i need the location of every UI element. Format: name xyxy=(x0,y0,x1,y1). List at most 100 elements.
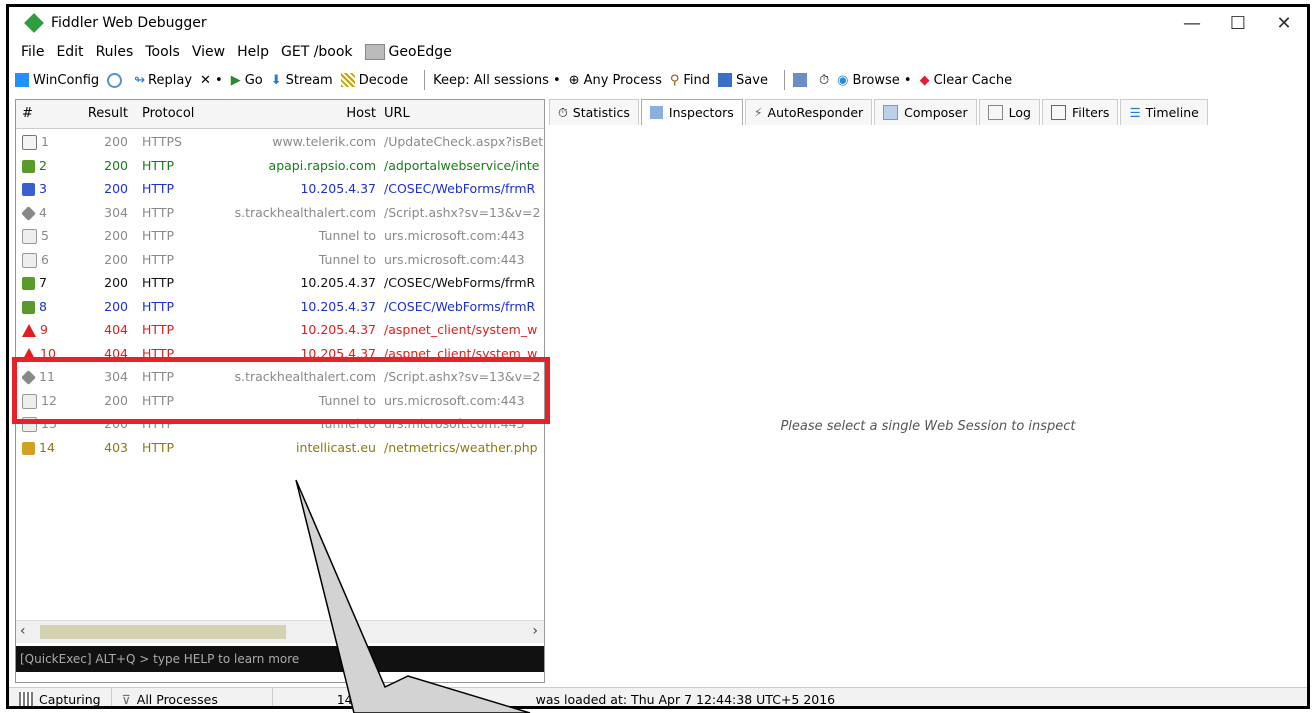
menu-edit[interactable]: Edit xyxy=(50,44,89,60)
lock-icon xyxy=(22,229,37,244)
capturing-toggle[interactable]: Capturing xyxy=(9,688,112,706)
decode-label: Decode xyxy=(358,72,409,88)
session-row[interactable]: 3 200 HTTP 10.205.4.37/COSEC/WebForms/frmR xyxy=(16,177,544,201)
composer-icon xyxy=(883,105,899,120)
session-number: 6 xyxy=(22,248,80,272)
session-row[interactable]: 14 403 HTTP intellicast.eu/netmetrics/weath… xyxy=(16,436,544,460)
remove-button[interactable]: ✕ • xyxy=(200,73,223,88)
col-result[interactable]: Result xyxy=(80,100,136,128)
tab-inspectors[interactable]: Inspectors xyxy=(640,99,743,125)
session-row[interactable]: 9 404 HTTP 10.205.4.37/aspnet_client/system… xyxy=(16,318,544,342)
scroll-thumb[interactable] xyxy=(40,625,286,639)
stream-icon: ⬇ xyxy=(270,72,282,88)
horizontal-scrollbar[interactable]: ‹ › xyxy=(16,620,544,643)
session-result: 200 xyxy=(104,157,128,173)
lightning-icon: ⚡ xyxy=(753,105,763,120)
col-protocol[interactable]: Protocol xyxy=(142,100,212,128)
find-button[interactable]: ⚲ Find xyxy=(670,73,710,88)
session-number: 2 xyxy=(22,154,80,178)
replay-label: Replay xyxy=(148,72,193,88)
browse-button[interactable]: ◉ Browse • xyxy=(837,73,911,88)
minimize-button[interactable]: — xyxy=(1169,7,1215,39)
session-row[interactable]: 1 200 HTTPS www.telerik.com/UpdateCheck.asp… xyxy=(16,130,544,154)
code-icon xyxy=(22,183,35,196)
session-row[interactable]: 5 200 HTTP Tunnel to urs.microsoft.com:443 xyxy=(16,224,544,248)
menu-view[interactable]: View xyxy=(186,44,231,60)
any-process-button[interactable]: ⊕ Any Process xyxy=(569,73,662,88)
replay-icon: ↬ xyxy=(134,72,146,88)
maximize-button[interactable]: ☐ xyxy=(1215,7,1261,39)
winconfig-button[interactable]: WinConfig xyxy=(15,73,99,88)
timeline-icon: ☰ xyxy=(1129,105,1141,120)
menu-file[interactable]: File xyxy=(15,44,50,60)
sessions-header: # Result Protocol Host URL xyxy=(16,100,544,129)
scroll-left-icon[interactable]: ‹ xyxy=(20,623,26,639)
stream-button[interactable]: ⬇ Stream xyxy=(271,73,333,88)
col-host[interactable]: Host xyxy=(212,100,382,128)
screenshot-button[interactable] xyxy=(792,73,811,87)
session-host: Tunnel to xyxy=(318,251,376,267)
session-protocol: HTTP xyxy=(142,298,174,314)
arrow-right-icon xyxy=(22,159,35,173)
session-protocol: HTTP xyxy=(142,181,174,196)
session-row[interactable]: 2 200 HTTP apapi.rapsio.com/adportalwebserv… xyxy=(16,154,544,178)
session-result: 403 xyxy=(104,439,128,455)
processes-label: All Processes xyxy=(136,691,218,707)
menu-rules[interactable]: Rules xyxy=(90,44,140,60)
arrow-right-icon xyxy=(22,277,35,290)
session-host: 10.205.4.37 xyxy=(300,181,376,196)
tab-filters[interactable]: Filters xyxy=(1041,99,1119,125)
session-url: /adportalwebservice/inte xyxy=(384,157,540,173)
toolbar-separator xyxy=(424,70,426,90)
menu-tools[interactable]: Tools xyxy=(139,44,186,60)
session-protocol: HTTP xyxy=(142,204,174,220)
replay-button[interactable]: ↬ Replay xyxy=(134,73,192,88)
timer-button[interactable]: ⏱ xyxy=(819,73,829,88)
col-url[interactable]: URL xyxy=(384,100,544,128)
menu-geoedge[interactable]: GeoEdge xyxy=(359,44,458,60)
clear-cache-button[interactable]: ◆ Clear Cache xyxy=(920,73,1013,88)
session-number: 1 xyxy=(22,130,80,154)
session-number-label: 2 xyxy=(39,157,47,173)
decode-button[interactable]: Decode xyxy=(340,72,409,88)
save-button[interactable]: Save xyxy=(718,73,768,88)
session-row[interactable]: 6 200 HTTP Tunnel to urs.microsoft.com:443 xyxy=(16,248,544,272)
session-row[interactable]: 4 304 HTTP s.trackhealthalert.com/Script.as… xyxy=(16,201,544,225)
menu-get-book[interactable]: GET /book xyxy=(275,44,359,60)
menu-help[interactable]: Help xyxy=(231,44,275,60)
keep-sessions-dropdown[interactable]: Keep: All sessions • xyxy=(433,73,561,88)
session-result: 200 xyxy=(104,181,128,196)
browse-label: Browse • xyxy=(852,72,912,88)
session-number: 9 xyxy=(22,318,80,342)
session-host: 10.205.4.37 xyxy=(300,322,376,337)
menu-bar: File Edit Rules Tools View Help GET /boo… xyxy=(9,39,1307,65)
close-button[interactable]: ✕ xyxy=(1261,7,1307,39)
session-number: 7 xyxy=(22,271,80,295)
clear-cache-icon: ◆ xyxy=(919,72,930,88)
toolbar-separator xyxy=(783,70,785,90)
session-row[interactable]: 7 200 HTTP 10.205.4.37/COSEC/WebForms/frmR xyxy=(16,271,544,295)
go-button[interactable]: ▶ Go xyxy=(231,73,263,88)
col-number[interactable]: # xyxy=(22,100,80,128)
tab-timeline[interactable]: ☰ Timeline xyxy=(1120,99,1208,125)
session-host: Tunnel to xyxy=(318,228,376,243)
tab-log[interactable]: Log xyxy=(978,99,1040,125)
tab-composer[interactable]: Composer xyxy=(874,99,977,125)
comment-button[interactable] xyxy=(107,72,126,88)
toolbar: WinConfig ↬ Replay ✕ • ▶ Go ⬇ Stream Decode… xyxy=(9,65,1307,95)
session-row[interactable]: 8 200 HTTP 10.205.4.37/COSEC/WebForms/frmR xyxy=(16,295,544,319)
highlight-box xyxy=(12,357,550,424)
tab-label: Filters xyxy=(1071,105,1110,120)
clear-cache-label: Clear Cache xyxy=(933,72,1013,88)
tab-statistics[interactable]: ⏱ Statistics xyxy=(549,99,639,125)
right-pane: ⏱ Statistics Inspectors ⚡ AutoResponder Co… xyxy=(549,99,1307,683)
tab-label: Log xyxy=(1008,105,1031,120)
scroll-right-icon[interactable]: › xyxy=(532,623,538,639)
process-filter[interactable]: ⊽ All Processes xyxy=(112,688,273,707)
tab-label: Timeline xyxy=(1145,105,1199,120)
stopwatch-icon: ⏱ xyxy=(818,72,830,88)
tab-autoresponder[interactable]: ⚡ AutoResponder xyxy=(744,99,873,125)
session-number: 14 xyxy=(22,436,80,460)
quickexec-input[interactable]: [QuickExec] ALT+Q > type HELP to learn m… xyxy=(16,646,544,672)
session-url: /COSEC/WebForms/frmR xyxy=(384,181,536,196)
